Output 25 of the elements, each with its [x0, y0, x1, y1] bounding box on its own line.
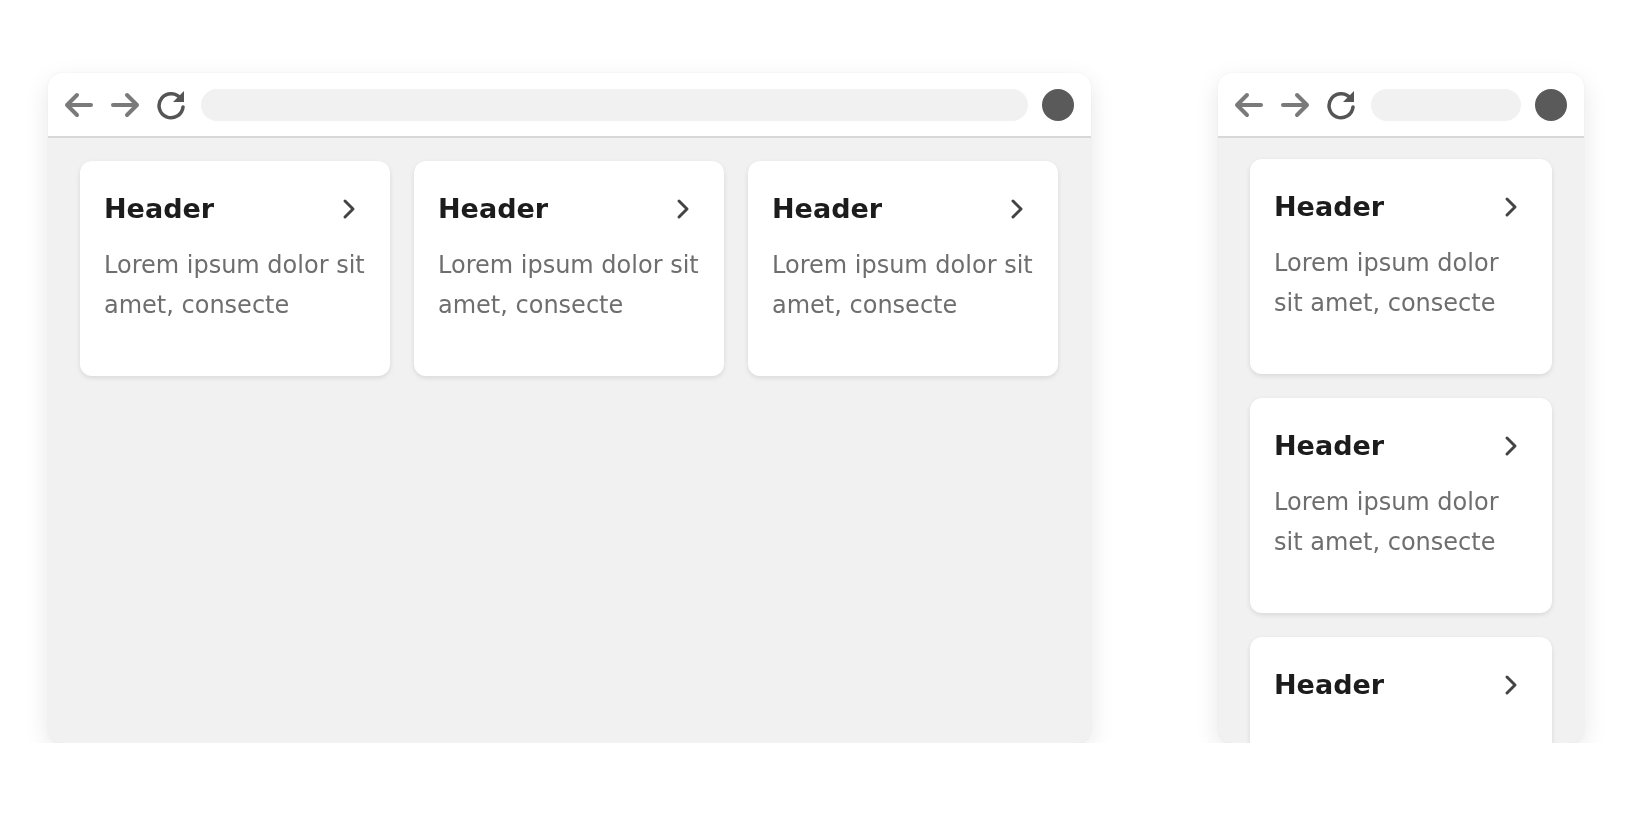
- card-header: Header: [104, 192, 215, 226]
- card-header: Header: [1274, 429, 1385, 463]
- profile-avatar[interactable]: [1042, 88, 1074, 121]
- card[interactable]: Header Lorem ipsum dolor sit amet, consecte: [80, 161, 390, 376]
- chevron-right-icon[interactable]: [1504, 435, 1518, 457]
- card-text: Lorem ipsum dolor sit amet, consecte: [438, 250, 700, 321]
- card-header: Header: [1274, 668, 1385, 702]
- card[interactable]: Header Lorem ipsum dolor sit amet, consecte: [1250, 159, 1552, 374]
- card[interactable]: Header Lorem ipsum dolor sit amet, consecte: [748, 161, 1058, 376]
- card-text: Lorem ipsum dolor sit amet, consecte: [1274, 248, 1500, 319]
- card[interactable]: Header Lorem ipsum dolor sit amet, consecte: [414, 161, 724, 376]
- card-text: Lorem ipsum dolor sit amet, consecte: [1274, 487, 1500, 558]
- card-text: Lorem ipsum dolor sit amet, consecte: [104, 250, 366, 321]
- card-text: Lorem ipsum dolor sit amet, consecte: [772, 250, 1034, 321]
- chevron-right-icon[interactable]: [1010, 198, 1024, 220]
- card-header: Header: [438, 192, 549, 226]
- chevron-right-icon[interactable]: [676, 198, 690, 220]
- chevron-right-icon[interactable]: [342, 198, 356, 220]
- card-header: Header: [772, 192, 883, 226]
- profile-avatar[interactable]: [1535, 88, 1567, 121]
- card-header: Header: [1274, 190, 1385, 224]
- card[interactable]: Header: [1250, 637, 1552, 743]
- card[interactable]: Header Lorem ipsum dolor sit amet, consecte: [1250, 398, 1552, 613]
- chevron-right-icon[interactable]: [1504, 674, 1518, 696]
- chevron-right-icon[interactable]: [1504, 196, 1518, 218]
